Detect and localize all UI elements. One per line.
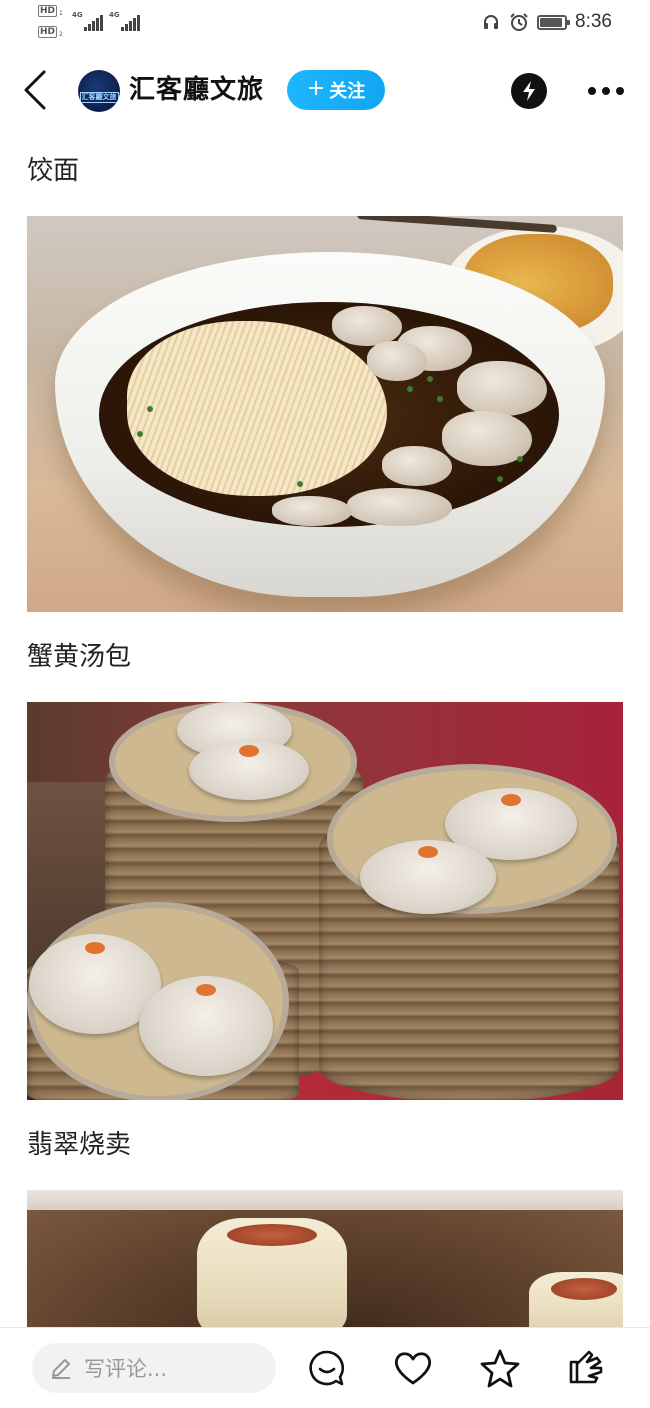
follow-label: 关注 — [329, 81, 366, 102]
headphones-icon — [481, 12, 501, 32]
star-icon — [480, 1349, 520, 1388]
share-icon — [569, 1350, 603, 1384]
status-time: 8:36 — [575, 11, 612, 32]
jade-shaomai-photo[interactable] — [27, 1190, 623, 1330]
sim1-index: 1 — [59, 10, 63, 17]
share-button[interactable] — [567, 1348, 607, 1388]
avatar-logo-text: 汇客廳文旅 — [79, 91, 119, 103]
more-dots-icon — [588, 87, 596, 95]
like-button[interactable] — [393, 1348, 433, 1388]
alarm-icon — [509, 12, 529, 32]
comment-button[interactable] — [307, 1348, 347, 1388]
flash-button[interactable] — [511, 73, 547, 109]
section-title-2: 蟹黄汤包 — [27, 642, 132, 672]
flash-icon — [523, 81, 535, 101]
pencil-icon — [52, 1359, 70, 1379]
favorite-button[interactable] — [480, 1348, 520, 1388]
network-type-2: 4G — [109, 11, 120, 19]
more-button[interactable] — [584, 78, 628, 104]
network-type-1: 4G — [72, 11, 83, 19]
status-bar: HD 1 HD 2 4G 4G 8:36 — [0, 0, 650, 44]
signal-bars-2-icon — [121, 15, 140, 31]
back-button[interactable] — [18, 68, 52, 112]
plus-icon: + — [306, 76, 326, 101]
hd-sim2-badge: HD — [38, 26, 58, 38]
status-right: 8:36 — [481, 10, 612, 34]
battery-icon — [537, 14, 571, 30]
follow-button[interactable]: + 关注 — [287, 70, 385, 110]
bottom-action-bar: 写评论... — [0, 1327, 650, 1408]
signal-bars-1-icon — [84, 15, 103, 31]
comment-bubble-icon — [309, 1350, 345, 1386]
heart-icon — [395, 1352, 431, 1385]
article-header: 汇客廳文旅 汇客廳文旅 + 关注 — [0, 60, 650, 120]
sim2-index: 2 — [59, 31, 63, 38]
wonton-noodle-soup-photo[interactable] — [27, 216, 623, 612]
account-avatar[interactable]: 汇客廳文旅 — [78, 70, 120, 112]
comment-input[interactable]: 写评论... — [32, 1343, 276, 1393]
section-title-1: 饺面 — [27, 156, 80, 186]
hd-sim1-badge: HD — [38, 5, 58, 17]
crab-roe-soup-dumplings-photo[interactable] — [27, 702, 623, 1100]
section-title-3: 翡翠烧卖 — [27, 1130, 132, 1160]
battery-level — [540, 17, 562, 27]
comment-placeholder: 写评论... — [84, 1357, 168, 1381]
signal-indicators: HD 1 HD 2 4G 4G — [38, 5, 148, 41]
account-name[interactable]: 汇客廳文旅 — [129, 72, 264, 108]
back-arrow-icon — [24, 70, 46, 110]
